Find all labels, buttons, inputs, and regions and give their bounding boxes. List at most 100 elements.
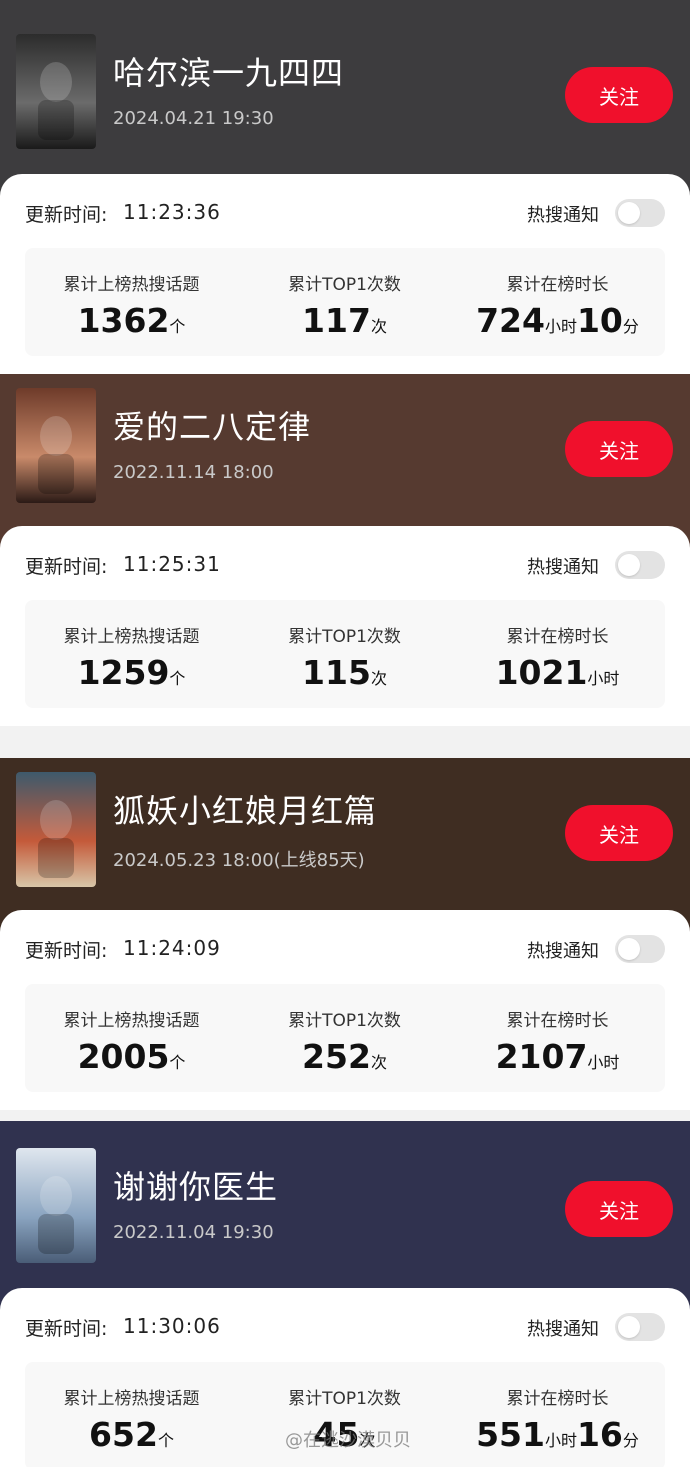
stat-value: 551小时16分 — [451, 1415, 664, 1454]
stat-number: 724 — [476, 301, 545, 340]
stat-value: 2107小时 — [451, 1037, 664, 1076]
stat-item: 累计在榜时长 551小时16分 — [451, 1362, 664, 1467]
stat-number: 551 — [476, 1415, 545, 1454]
stat-unit: 小时 — [587, 1053, 620, 1072]
stat-value: 1362个 — [25, 301, 238, 340]
hot-search-notify-label: 热搜通知 — [527, 557, 599, 578]
drama-poster-image[interactable] — [16, 772, 96, 887]
update-time-value: 11:24:09 — [123, 936, 221, 960]
stat-label: 累计TOP1次数 — [288, 1011, 401, 1031]
follow-button[interactable]: 关注 — [565, 421, 673, 477]
toggle-knob — [618, 1316, 640, 1338]
stat-label: 累计TOP1次数 — [288, 627, 401, 647]
drama-title: 狐妖小红娘月红篇 — [113, 792, 378, 830]
stat-unit: 小时 — [587, 669, 620, 688]
stat-label: 累计TOP1次数 — [288, 1389, 401, 1409]
hot-search-notify-label: 热搜通知 — [527, 941, 599, 962]
stat-label: 累计在榜时长 — [506, 275, 609, 295]
stats-panel: 累计上榜热搜话题 2005个 累计TOP1次数 252次 累计在榜时长 2107小时 — [25, 984, 665, 1092]
stat-item: 累计TOP1次数 115次 — [238, 600, 451, 708]
drama-poster-image[interactable] — [16, 1148, 96, 1263]
stat-unit: 分 — [622, 317, 639, 336]
stat-number: 1259 — [77, 653, 170, 692]
update-time-value: 11:25:31 — [123, 552, 221, 576]
stat-item: 累计TOP1次数 252次 — [238, 984, 451, 1092]
stat-item: 累计上榜热搜话题 1259个 — [25, 600, 238, 708]
toggle-knob — [618, 202, 640, 224]
stats-panel: 累计上榜热搜话题 1259个 累计TOP1次数 115次 累计在榜时长 1021小时 — [25, 600, 665, 708]
drama-poster-image[interactable] — [16, 388, 96, 503]
hot-search-card: 更新时间: 11:23:36 热搜通知累计上榜热搜话题 1362个 累计TOP1次数 11… — [0, 174, 690, 374]
stat-number: 2005 — [77, 1037, 170, 1076]
drama-section: 哈尔滨一九四四 2024.04.21 19:30 关注更新时间: 11:23:36 热搜… — [0, 0, 690, 374]
stat-number: 252 — [302, 1037, 371, 1076]
update-time-label: 更新时间: — [25, 940, 108, 962]
stat-unit: 次 — [370, 669, 387, 688]
stat-value: 1259个 — [25, 653, 238, 692]
stat-number: 117 — [302, 301, 371, 340]
stat-label: 累计上榜热搜话题 — [63, 1011, 200, 1031]
update-time-value: 11:30:06 — [123, 1314, 221, 1338]
stat-number: 1362 — [77, 301, 170, 340]
toggle-knob — [618, 938, 640, 960]
release-date: 2022.11.04 19:30 — [113, 1222, 274, 1243]
toggle-knob — [618, 554, 640, 576]
drama-section: 谢谢你医生 2022.11.04 19:30 关注 更新时间: 11:30:06 热搜通知… — [0, 1121, 690, 1467]
stat-item: 累计在榜时长 2107小时 — [451, 984, 664, 1092]
hot-search-notify-label: 热搜通知 — [527, 205, 599, 226]
stat-value: 117次 — [238, 301, 451, 340]
stat-value: 1021小时 — [451, 653, 664, 692]
stat-label: 累计在榜时长 — [506, 627, 609, 647]
stat-value: 724小时10分 — [451, 301, 664, 340]
hot-search-card: 更新时间: 11:25:31 热搜通知累计上榜热搜话题 1259个 累计TOP1次数 11… — [0, 526, 690, 726]
stat-label: 累计在榜时长 — [506, 1011, 609, 1031]
stat-unit: 次 — [370, 317, 387, 336]
stat-unit: 次 — [370, 1053, 387, 1072]
stat-label: 累计上榜热搜话题 — [63, 1389, 200, 1409]
stat-item: 累计上榜热搜话题 1362个 — [25, 248, 238, 356]
stat-unit: 分 — [622, 1431, 639, 1450]
drama-title: 爱的二八定律 — [113, 408, 312, 446]
release-date: 2024.05.23 18:00(上线85天) — [113, 850, 365, 871]
stat-unit: 个 — [169, 669, 186, 688]
stat-number: 652 — [89, 1415, 158, 1454]
stat-label: 累计在榜时长 — [506, 1389, 609, 1409]
stat-value: 652个 — [25, 1415, 238, 1454]
drama-poster-image[interactable] — [16, 34, 96, 149]
stat-unit: 个 — [169, 317, 186, 336]
drama-section: 爱的二八定律 2022.11.14 18:00 关注 更新时间: 11:25:31 热搜通… — [0, 374, 690, 726]
drama-section: 狐妖小红娘月红篇 2024.05.23 18:00(上线85天) 关注更新时间: 11… — [0, 758, 690, 1110]
hot-search-notify-toggle[interactable] — [615, 199, 665, 227]
stat-number: 115 — [302, 653, 371, 692]
stat-item: 累计在榜时长 724小时10分 — [451, 248, 664, 356]
update-time-label: 更新时间: — [25, 1318, 108, 1340]
drama-title: 哈尔滨一九四四 — [113, 54, 345, 92]
stat-value: 252次 — [238, 1037, 451, 1076]
update-time-label: 更新时间: — [25, 204, 108, 226]
stat-unit: 个 — [169, 1053, 186, 1072]
update-time-label: 更新时间: — [25, 556, 108, 578]
hot-search-card: 更新时间: 11:24:09 热搜通知累计上榜热搜话题 2005个 累计TOP1次数 25… — [0, 910, 690, 1110]
stat-unit: 小时 — [544, 317, 577, 336]
stat-label: 累计TOP1次数 — [288, 275, 401, 295]
release-date: 2024.04.21 19:30 — [113, 108, 274, 129]
stat-value: 2005个 — [25, 1037, 238, 1076]
hot-search-notify-label: 热搜通知 — [527, 1319, 599, 1340]
follow-button[interactable]: 关注 — [565, 805, 673, 861]
hot-search-notify-toggle[interactable] — [615, 935, 665, 963]
hot-search-notify-toggle[interactable] — [615, 1313, 665, 1341]
stat-unit: 个 — [157, 1431, 174, 1450]
stat-number: 16 — [576, 1415, 623, 1454]
stat-item: 累计在榜时长 1021小时 — [451, 600, 664, 708]
stat-item: 累计TOP1次数 117次 — [238, 248, 451, 356]
stats-panel: 累计上榜热搜话题 1362个 累计TOP1次数 117次 累计在榜时长 724小时10分 — [25, 248, 665, 356]
hot-search-notify-toggle[interactable] — [615, 551, 665, 579]
update-time-value: 11:23:36 — [123, 200, 221, 224]
follow-button[interactable]: 关注 — [565, 1181, 673, 1237]
follow-button[interactable]: 关注 — [565, 67, 673, 123]
stat-label: 累计上榜热搜话题 — [63, 275, 200, 295]
stat-item: 累计上榜热搜话题 2005个 — [25, 984, 238, 1092]
stat-item: 累计上榜热搜话题 652个 — [25, 1362, 238, 1467]
stat-number: 1021 — [495, 653, 588, 692]
watermark-text: @在逃沙漠贝贝 — [285, 1430, 411, 1451]
